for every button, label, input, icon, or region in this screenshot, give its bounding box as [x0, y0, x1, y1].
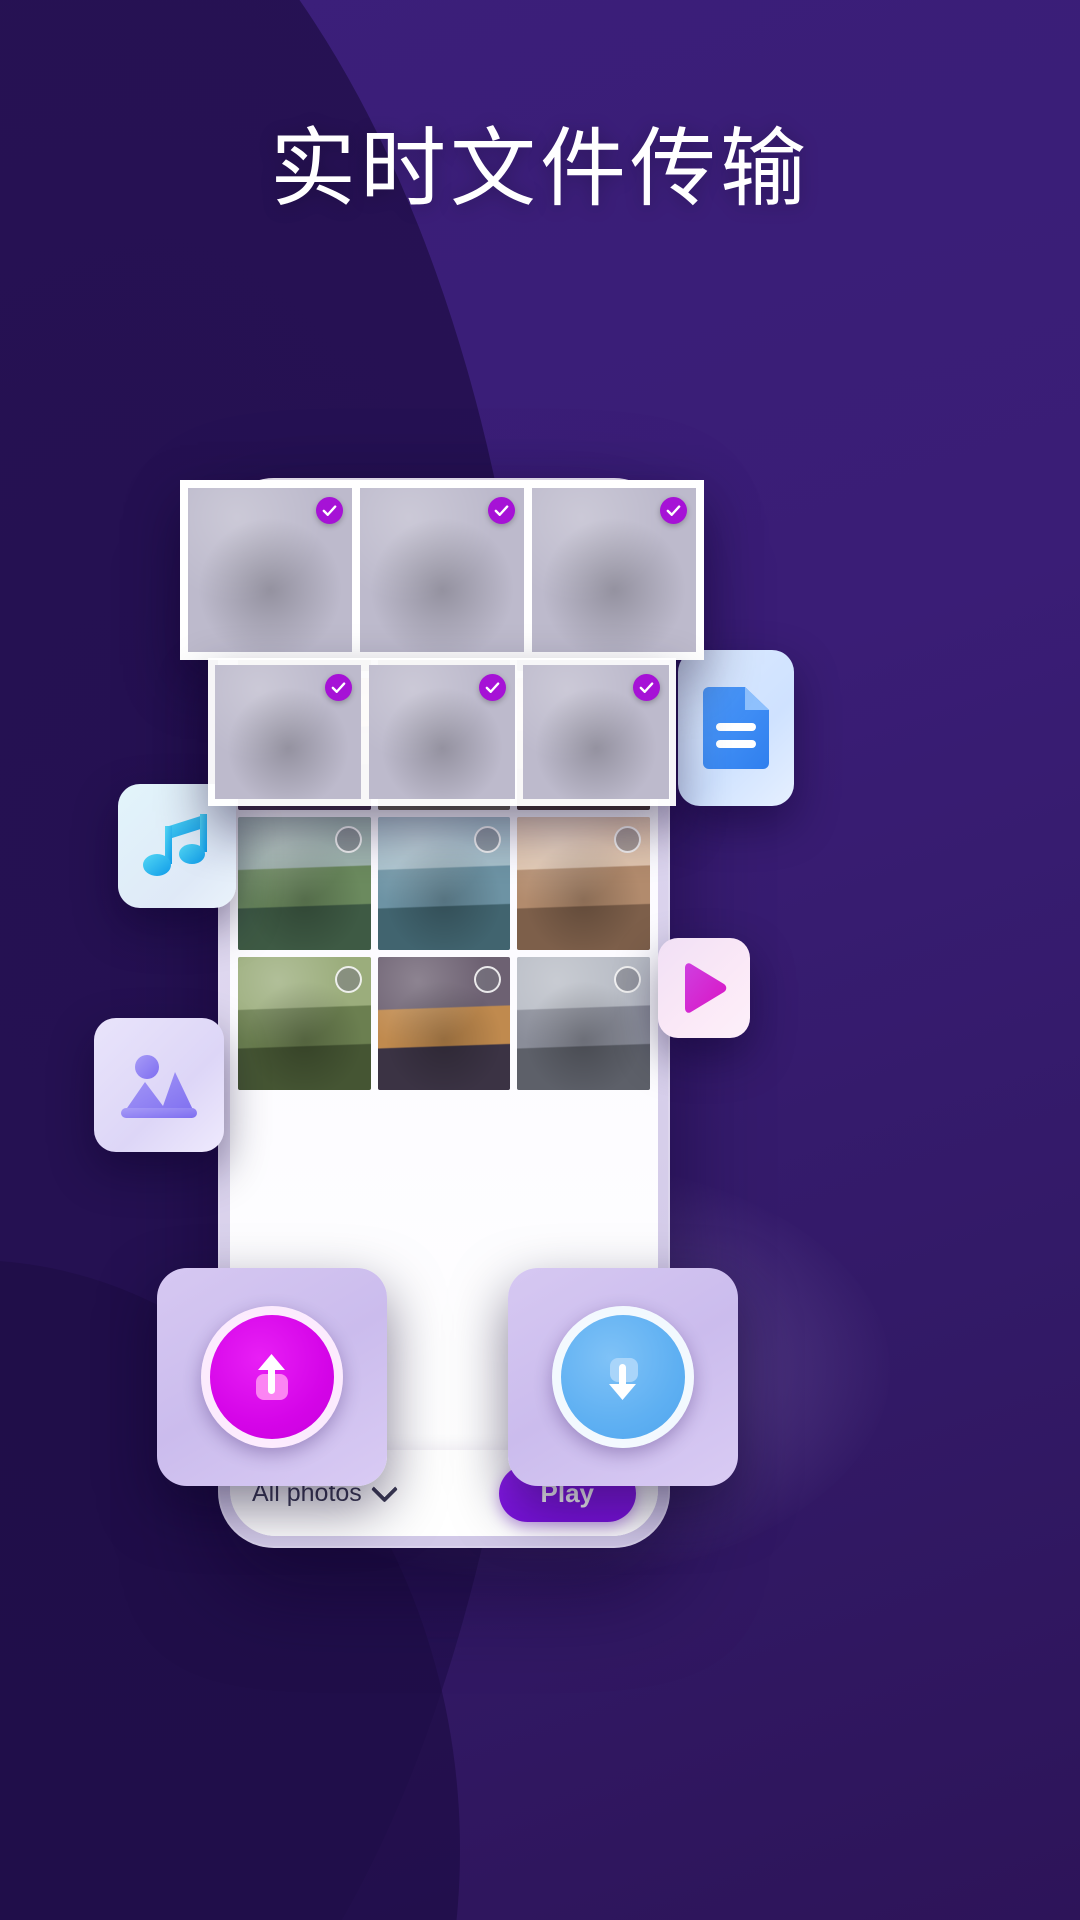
image-icon	[121, 1055, 197, 1118]
video-card[interactable]	[658, 938, 750, 1038]
check-icon	[666, 505, 681, 516]
selected-row-2	[208, 658, 676, 806]
upload-arrow-icon	[256, 1354, 288, 1400]
check-icon	[639, 682, 654, 693]
photo-cell[interactable]	[377, 957, 511, 1090]
unselected-badge[interactable]	[334, 966, 362, 994]
selected-badge[interactable]	[633, 674, 660, 701]
document-icon	[703, 687, 769, 769]
selected-row-2-cells	[215, 665, 669, 799]
selected-badge[interactable]	[660, 497, 687, 524]
check-icon	[331, 682, 346, 693]
photo-cell[interactable]	[360, 488, 524, 652]
photo-cell[interactable]	[517, 817, 650, 951]
play-triangle-icon	[685, 963, 727, 1013]
photo-cell[interactable]	[215, 665, 361, 799]
receive-button[interactable]	[508, 1268, 738, 1486]
photo-cell[interactable]	[238, 957, 371, 1090]
image-card[interactable]	[94, 1018, 224, 1152]
photo-cell[interactable]	[532, 488, 696, 652]
receive-circle	[552, 1306, 694, 1448]
page-title: 实时文件传输	[270, 119, 810, 219]
selected-row-1	[180, 480, 704, 660]
selected-row-1-cells	[188, 488, 696, 652]
unselected-badge[interactable]	[334, 826, 362, 854]
document-card[interactable]	[678, 650, 794, 806]
photo-cell[interactable]	[188, 488, 352, 652]
promo-stage: 实时文件传输 11:11 All photos	[0, 0, 1080, 1920]
selected-badge[interactable]	[316, 497, 343, 524]
selected-badge[interactable]	[325, 674, 352, 701]
check-icon	[494, 505, 509, 516]
check-icon	[485, 682, 500, 693]
photo-cell[interactable]	[517, 957, 650, 1090]
photo-cell[interactable]	[238, 817, 371, 951]
photo-cell[interactable]	[523, 665, 669, 799]
check-icon	[322, 505, 337, 516]
download-arrow-icon	[609, 1358, 638, 1400]
selected-badge[interactable]	[488, 497, 515, 524]
send-button[interactable]	[157, 1268, 387, 1486]
photo-cell[interactable]	[369, 665, 515, 799]
unselected-badge[interactable]	[614, 966, 641, 994]
photo-cell[interactable]	[377, 817, 511, 951]
send-circle	[201, 1306, 343, 1448]
selected-badge[interactable]	[479, 674, 506, 701]
music-note-icon	[143, 814, 207, 876]
